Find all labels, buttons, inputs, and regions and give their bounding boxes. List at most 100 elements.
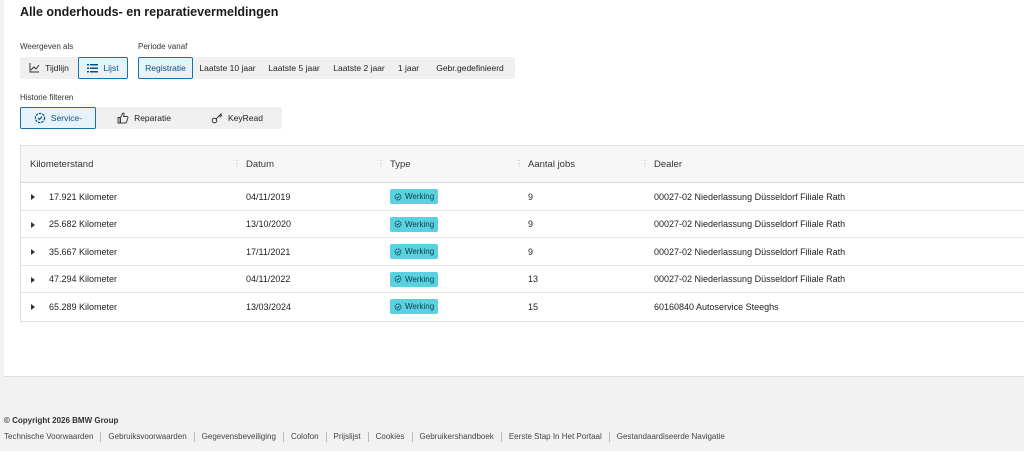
type-badge-label: Werking	[405, 219, 435, 229]
table-row[interactable]: 47.294 Kilometer 04/11/2022 Werking 13 00027…	[21, 265, 1024, 293]
period-5y-button[interactable]: Laatste 5 jaar	[262, 57, 326, 79]
filter-service-label: Service-	[50, 113, 83, 123]
cell-kilometerstand: 25.682 Kilometer	[49, 219, 118, 229]
table-header: Kilometerstand ⋮ Datum ⋮ Type ⋮ Aantal j…	[21, 146, 1024, 183]
footer-link[interactable]: Gebruiksvoorwaarden	[100, 432, 193, 442]
footer-link[interactable]: Gegevensbeveiliging	[193, 432, 283, 442]
type-badge-label: Werking	[405, 247, 435, 256]
view-label: Weergeven als	[20, 42, 74, 51]
filter-label: Historie filteren	[20, 93, 74, 102]
header-datum[interactable]: Datum	[246, 159, 274, 170]
table-body: 17.921 Kilometer 04/11/2019 Werking 9 00027-…	[21, 183, 1024, 321]
column-divider[interactable]: ⋮	[377, 159, 385, 168]
header-dealer[interactable]: Dealer	[654, 159, 682, 170]
thumbs-up-icon	[117, 112, 129, 124]
page-title: Alle onderhouds- en reparatievermeldinge…	[20, 5, 279, 19]
type-badge-label: Werking	[405, 192, 435, 201]
period-10y-button[interactable]: Laatste 10 jaar	[193, 57, 262, 79]
table-row[interactable]: 65.289 Kilometer 13/03/2024 Werking 15 60160…	[21, 293, 1024, 321]
cell-kilometerstand: 65.289 Kilometer	[49, 301, 118, 312]
cell-datum: 04/11/2019	[246, 191, 291, 202]
table-row[interactable]: 35.667 Kilometer 17/11/2021 Werking 9 00027-…	[21, 238, 1024, 266]
type-badge: Werking	[390, 216, 439, 232]
cell-type: Werking	[390, 266, 439, 293]
cell-aantal-jobs: 9	[528, 219, 534, 229]
cell-dealer: 00027-02 Niederlassung Düsseldorf Filial…	[654, 274, 846, 284]
service-gear-icon	[394, 275, 402, 283]
footer-link[interactable]: Prijslijst	[325, 432, 368, 442]
filter-toggle: Service- Reparatie KeyRead	[20, 107, 282, 129]
footer-link[interactable]: Gestandaardiseerde Navigatie	[608, 432, 732, 442]
footer-links: Technische Voorwaarden Gebruiksvoorwaarde…	[4, 432, 732, 442]
filter-keyread-button[interactable]: KeyRead	[192, 107, 282, 129]
key-icon	[211, 113, 223, 124]
expand-caret-icon[interactable]	[31, 194, 35, 200]
cell-aantal-jobs: 9	[528, 191, 534, 202]
expand-caret-icon[interactable]	[31, 276, 35, 283]
type-badge: Werking	[390, 189, 439, 204]
cell-datum: 17/11/2021	[246, 246, 291, 257]
type-badge-label: Werking	[405, 302, 435, 311]
cell-kilometerstand: 47.294 Kilometer	[49, 274, 118, 284]
history-table: Kilometerstand ⋮ Datum ⋮ Type ⋮ Aantal j…	[20, 145, 1024, 322]
period-custom-button[interactable]: Gebr.gedefinieerd	[425, 57, 515, 79]
type-badge: Werking	[390, 244, 439, 259]
footer-link[interactable]: Colofon	[282, 432, 326, 442]
view-list-button[interactable]: Lijst	[78, 57, 128, 79]
period-custom-label: Gebr.gedefinieerd	[436, 63, 504, 73]
table-row[interactable]: 25.682 Kilometer 13/10/2020 Werking 9 00027-…	[21, 210, 1024, 238]
service-gear-icon	[394, 220, 402, 228]
list-icon	[87, 64, 99, 73]
expand-caret-icon[interactable]	[31, 249, 35, 255]
footer-copyright: © Copyright 2026 BMW Group	[4, 416, 119, 425]
filter-repair-label: Reparatie	[134, 113, 171, 123]
cell-datum: 13/10/2020	[246, 219, 292, 229]
cell-datum: 13/03/2024	[246, 301, 292, 312]
cell-dealer: 00027-02 Niederlassung Düsseldorf Filial…	[654, 191, 846, 202]
cell-dealer: 00027-02 Niederlassung Düsseldorf Filial…	[654, 246, 846, 257]
period-2y-label: Laatste 2 jaar	[333, 63, 385, 73]
cell-type: Werking	[390, 211, 439, 238]
cell-type: Werking	[390, 183, 439, 210]
period-toggle: Registratie Laatste 10 jaar Laatste 5 ja…	[138, 57, 515, 79]
filter-repair-button[interactable]: Reparatie	[96, 107, 192, 129]
service-gear-icon	[394, 248, 402, 255]
view-timeline-button[interactable]: Tijdlijn	[20, 57, 78, 79]
type-badge-label: Werking	[405, 274, 435, 284]
column-divider[interactable]: ⋮	[515, 159, 523, 168]
service-gear-icon	[394, 303, 402, 310]
column-divider[interactable]: ⋮	[641, 159, 649, 168]
table-row[interactable]: 17.921 Kilometer 04/11/2019 Werking 9 00027-…	[21, 183, 1024, 211]
filter-keyread-label: KeyRead	[228, 113, 263, 123]
cell-dealer: 60160840 Autoservice Steeghs	[654, 301, 779, 312]
period-1y-button[interactable]: 1 jaar	[392, 57, 425, 79]
cell-datum: 04/11/2022	[246, 274, 291, 284]
column-divider[interactable]: ⋮	[233, 159, 241, 168]
view-toggle: Tijdlijn Lijst	[20, 57, 128, 79]
footer-link[interactable]: Gebruikershandboek	[411, 432, 501, 442]
content-card: Alle onderhouds- en reparatievermeldinge…	[4, 0, 1024, 377]
footer-link[interactable]: Cookies	[367, 432, 412, 442]
view-list-label: Lijst	[103, 63, 119, 73]
header-aantal-jobs[interactable]: Aantal jobs	[528, 159, 575, 170]
cell-dealer: 00027-02 Niederlassung Düsseldorf Filial…	[654, 219, 846, 229]
expand-caret-icon[interactable]	[31, 221, 35, 228]
footer-link[interactable]: Technische Voorwaarden	[4, 432, 100, 442]
filter-service-button[interactable]: Service-	[20, 107, 96, 129]
service-gear-icon	[34, 112, 46, 124]
period-2y-button[interactable]: Laatste 2 jaar	[326, 57, 392, 79]
header-type[interactable]: Type	[390, 159, 411, 170]
cell-aantal-jobs: 9	[528, 246, 534, 257]
view-timeline-label: Tijdlijn	[45, 63, 69, 73]
period-label: Periode vanaf	[138, 42, 188, 51]
period-5y-label: Laatste 5 jaar	[268, 63, 320, 73]
cell-kilometerstand: 17.921 Kilometer	[49, 191, 118, 202]
footer-link[interactable]: Eerste Stap In Het Portaal	[500, 432, 609, 442]
period-registration-button[interactable]: Registratie	[138, 57, 193, 79]
expand-caret-icon[interactable]	[31, 304, 35, 310]
cell-aantal-jobs: 13	[528, 274, 539, 284]
cell-type: Werking	[390, 238, 439, 265]
period-registration-label: Registratie	[145, 63, 186, 73]
cell-kilometerstand: 35.667 Kilometer	[49, 246, 118, 257]
header-kilometerstand[interactable]: Kilometerstand	[30, 159, 93, 170]
